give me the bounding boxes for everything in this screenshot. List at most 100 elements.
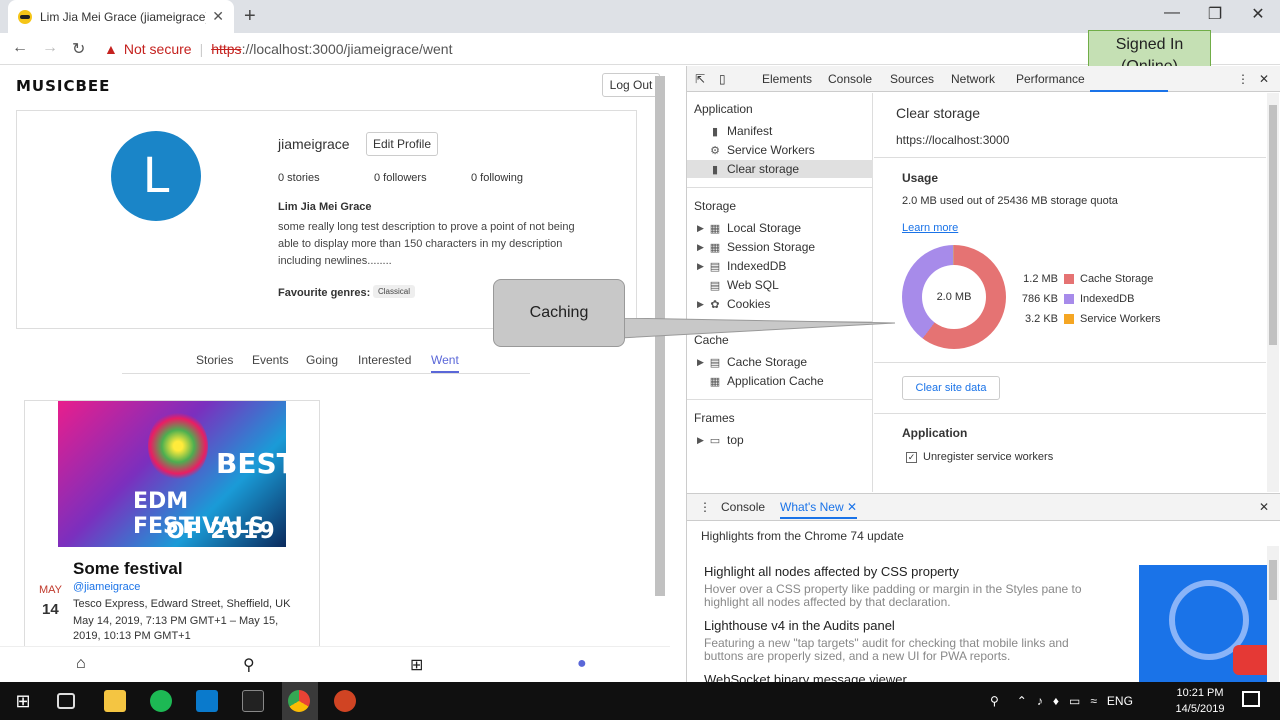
event-title[interactable]: Some festival [73,559,183,579]
vscode-icon[interactable] [196,690,218,712]
expand-arrow-icon[interactable]: ▶ [697,261,704,272]
sidebar-item-cookies[interactable]: ▶ ✿ Cookies [697,297,770,311]
expand-arrow-icon[interactable]: ▶ [697,299,704,310]
followers-count[interactable]: 0 followers [374,172,427,184]
drawer-close-icon[interactable]: ✕ [1259,500,1269,514]
tab-went[interactable]: Went [431,353,459,373]
clear-site-data-button[interactable]: Clear site data [902,376,1000,400]
sidebar-item-service-workers[interactable]: ⚙ Service Workers [709,143,815,157]
legend-value: 786 KB [1021,293,1058,305]
devtools-close-icon[interactable]: ✕ [1259,72,1269,86]
system-clock[interactable]: 10:21 PM 14/5/2019 [1170,685,1230,717]
people-icon[interactable]: ⚲ [990,694,999,708]
search-icon[interactable]: ⚲ [243,655,255,675]
tab-elements[interactable]: Elements [762,72,812,86]
tab-application[interactable] [1090,72,1168,92]
donut-center-label: 2.0 MB [922,265,986,329]
app-logo[interactable]: MUSICBEE [16,77,110,95]
trash-icon: ▮ [711,163,719,176]
close-tab-icon[interactable]: ✕ [847,500,857,514]
home-icon[interactable]: ⌂ [76,655,86,673]
maximize-icon[interactable]: ❐ [1203,4,1227,24]
tab-network[interactable]: Network [951,72,995,86]
expand-arrow-icon[interactable]: ▶ [697,223,704,234]
powerpoint-icon[interactable] [334,690,356,712]
edit-profile-button[interactable]: Edit Profile [366,132,438,156]
volume-icon[interactable]: ♪ [1037,694,1043,708]
notifications-icon[interactable] [1242,691,1260,707]
tab-going[interactable]: Going [306,353,338,367]
legend-value: 1.2 MB [1023,273,1058,285]
start-windows-icon[interactable]: ⊞ [12,690,34,712]
wifi-icon[interactable]: ≈ [1090,694,1097,708]
inspect-icon[interactable]: ⇱ [695,72,705,86]
minimize-icon[interactable]: — [1160,4,1184,22]
show-hidden-icons-icon[interactable]: ⌃ [1017,694,1027,708]
sidebar-item-web-sql[interactable]: ▤ Web SQL [709,278,779,292]
pane-scrollbar[interactable] [1267,93,1279,492]
battery-icon[interactable]: ▭ [1069,694,1080,708]
spotify-icon[interactable] [150,690,172,712]
tab-stories[interactable]: Stories [196,353,233,367]
tab-sources[interactable]: Sources [890,72,934,86]
new-tab-button[interactable]: + [244,5,256,28]
expand-arrow-icon[interactable]: ▶ [697,242,704,253]
legend-swatch [1064,314,1074,324]
drawer-tab-console[interactable]: Console [721,500,765,514]
sidebar-item-cache-storage[interactable]: ▶ ▤ Cache Storage [697,355,807,369]
usage-heading: Usage [902,171,939,185]
play-video-icon[interactable] [1233,645,1269,675]
legend-label: Service Workers [1080,313,1161,325]
sidebar-item-local-storage[interactable]: ▶ ▦ Local Storage [697,221,801,235]
close-window-icon[interactable]: ✕ [1246,4,1270,24]
tab-events[interactable]: Events [252,353,289,367]
profile-icon[interactable]: ● [577,655,587,673]
url-field[interactable]: ▲ Not secure | https ://localhost:3000/j… [104,37,1104,61]
scrollbar-thumb[interactable] [1269,105,1277,345]
logout-button[interactable]: Log Out [602,73,660,97]
file-explorer-icon[interactable] [104,690,126,712]
sidebar-item-session-storage[interactable]: ▶ ▦ Session Storage [697,240,815,254]
following-count[interactable]: 0 following [471,172,523,184]
tab-console[interactable]: Console [828,72,872,86]
event-organizer-link[interactable]: @jiameigrace [73,581,140,593]
expand-arrow-icon[interactable]: ▶ [697,357,704,368]
browser-tab[interactable]: Lim Jia Mei Grace (jiameigrace) - ✕ [8,0,234,33]
table-icon: ▦ [709,241,721,254]
news-thumbnail[interactable] [1139,565,1269,683]
learn-more-link[interactable]: Learn more [902,222,958,234]
tab-interested[interactable]: Interested [358,353,411,367]
back-icon[interactable]: ← [12,39,28,57]
news-item-title[interactable]: Highlight all nodes affected by CSS prop… [704,564,959,579]
dropbox-icon[interactable]: ♦ [1053,694,1059,708]
reload-icon[interactable]: ↻ [72,39,85,59]
drawer-menu-icon[interactable]: ⋮ [699,500,711,514]
language-indicator[interactable]: ENG [1107,694,1133,708]
add-icon[interactable]: ⊞ [410,655,423,675]
sidebar-item-application-cache[interactable]: ▦ Application Cache [709,374,824,388]
tab-performance[interactable]: Performance [1016,72,1085,86]
device-toggle-icon[interactable]: ▯ [719,72,726,86]
chrome-icon[interactable] [288,690,310,712]
news-item-title[interactable]: Lighthouse v4 in the Audits panel [704,618,895,633]
sidebar-item-manifest[interactable]: ▮ Manifest [709,124,772,138]
close-tab-icon[interactable]: ✕ [212,8,224,25]
sidebar-item-clear-storage[interactable]: ▮ Clear storage [709,162,799,176]
news-item-text: Featuring a new "tap targets" audit for … [704,636,1069,663]
terminal-icon[interactable] [242,690,264,712]
sidebar-item-indexeddb[interactable]: ▶ ▤ IndexedDB [697,259,786,273]
expand-arrow-icon[interactable]: ▶ [697,435,704,446]
clock-date: 14/5/2019 [1175,703,1225,715]
unregister-service-workers-checkbox[interactable]: ✓ Unregister service workers [906,451,1053,463]
drawer-scrollbar[interactable] [1267,546,1279,683]
system-tray: ⚲ ⌃ ♪ ♦ ▭ ≈ ENG [990,682,1133,720]
sidebar-item-label: Web SQL [727,278,779,292]
forward-icon[interactable]: → [42,39,58,57]
sidebar-item-frame-top[interactable]: ▶ ▭ top [697,433,744,447]
checkbox-checked-icon[interactable]: ✓ [906,451,917,463]
devtools-menu-icon[interactable]: ⋮ [1237,72,1249,86]
task-view-icon[interactable] [57,693,75,709]
stories-count[interactable]: 0 stories [278,172,320,184]
drawer-tab-whats-new[interactable]: What's New ✕ [780,500,858,519]
scrollbar-thumb[interactable] [1269,560,1277,600]
